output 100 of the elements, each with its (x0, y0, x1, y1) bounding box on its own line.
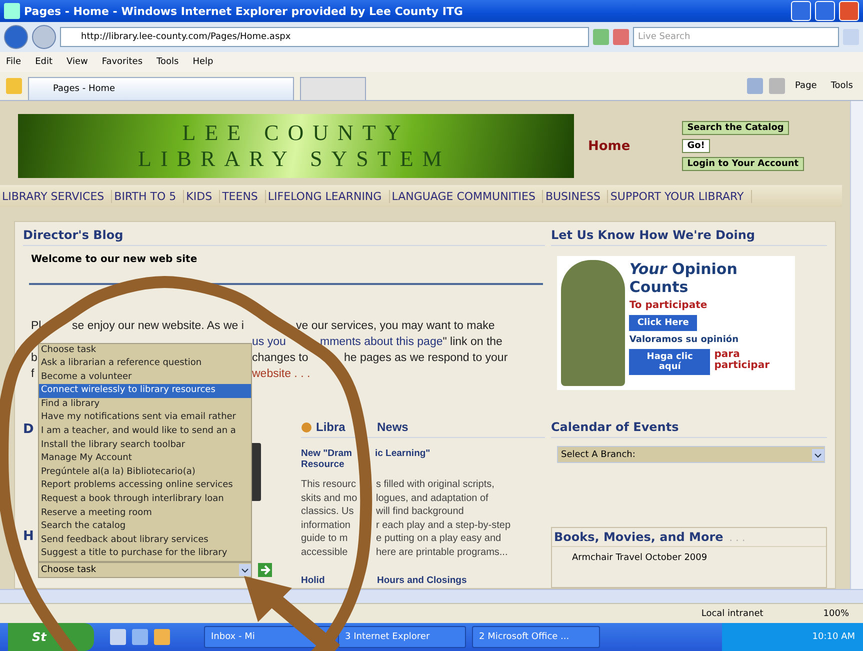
dropdown-option[interactable]: Find a library (39, 398, 251, 412)
dropdown-option[interactable]: Pregúntele al(a la) Bibliotecario(a) (39, 466, 251, 480)
news-text: r each play and a step-by-step (376, 518, 511, 532)
section-heading: Calendar of Events (551, 420, 827, 438)
dropdown-option[interactable]: Request a book through interlibrary loan (39, 493, 251, 507)
news-text: s filled with original scripts, (376, 478, 494, 492)
news-text: e putting on a play easy and (376, 532, 502, 546)
dropdown-option[interactable]: Choose task (39, 344, 251, 358)
new-tab-button[interactable] (300, 77, 366, 100)
taskbar-button[interactable]: 3 Internet Explorer (338, 626, 466, 648)
nav-link[interactable]: LIBRARY SERVICES (0, 190, 112, 202)
section-heading: H (23, 529, 34, 544)
site-button[interactable]: Search the Catalog (682, 121, 789, 135)
paragraph-text: ve our services, you may want to make (296, 319, 495, 334)
section-heading: Let Us Know How We're Doing (551, 228, 827, 246)
ad-text: Valoramos su opinión (629, 335, 738, 345)
nav-link[interactable]: TEENS (220, 190, 266, 202)
section-heading: Books, Movies, and More (554, 530, 724, 544)
browser-tab[interactable]: Pages - Home (28, 77, 294, 100)
menu-item[interactable]: Help (192, 57, 214, 67)
ad-text: To participate (629, 300, 708, 311)
ad-text: para participar (714, 349, 771, 373)
news-link[interactable]: New "Dram (301, 448, 352, 459)
section-heading: Libra (316, 420, 346, 434)
nav-link[interactable]: LIFELONG LEARNING (266, 190, 390, 202)
dropdown-option[interactable]: Send feedback about library services (39, 534, 251, 548)
news-text: classics. Us (301, 505, 354, 518)
dropdown-option[interactable]: Install the library search toolbar (39, 438, 251, 452)
menu-item[interactable]: Favorites (102, 57, 143, 67)
menu-item[interactable]: Edit (35, 57, 52, 67)
site-button[interactable]: Go! (682, 139, 710, 153)
dropdown-option[interactable]: Become a volunteer (39, 370, 251, 384)
section-heading: News (377, 420, 408, 434)
paragraph-text: f (31, 367, 34, 382)
nav-link[interactable]: SUPPORT YOUR LIBRARY (608, 190, 752, 202)
text-link[interactable]: mments about this page (320, 334, 443, 350)
nav-link[interactable]: BUSINESS (543, 190, 608, 202)
dropdown-option[interactable]: Ask a librarian a reference question (39, 357, 251, 371)
nav-link[interactable]: KIDS (184, 190, 220, 202)
go-arrow-button[interactable] (258, 563, 272, 577)
paragraph-text: b (31, 351, 38, 366)
dropdown-option[interactable]: Connect wirelessly to library resources (39, 384, 251, 398)
menu-item[interactable]: File (6, 57, 22, 67)
dropdown-option[interactable]: Manage My Account (39, 452, 251, 466)
nav-link[interactable]: BIRTH TO 5 (112, 190, 184, 202)
caret-icon (812, 448, 824, 460)
news-link[interactable]: ic Learning" (375, 448, 430, 459)
paragraph-text: Pl (31, 319, 42, 334)
click-here-button[interactable]: Click Here (629, 315, 697, 331)
clock: 10:10 AM (812, 632, 855, 642)
logo-text: LEE COUNTY (182, 120, 410, 146)
book-list-item[interactable]: Armchair Travel October 2009 (572, 553, 826, 563)
dropdown-option[interactable]: Suggest a title to purchase for the library (39, 547, 251, 561)
news-text: logues, and adaptation of (376, 492, 488, 505)
site-button[interactable]: Login to Your Account (682, 157, 804, 171)
home-link[interactable]: Home (588, 138, 630, 154)
news-link[interactable]: Hours and Closings (377, 575, 467, 586)
news-text: here are printable programs... (376, 546, 508, 559)
dropdown-option[interactable]: Search the catalog (39, 520, 251, 534)
paragraph-text: changes to (252, 351, 308, 366)
minimize-button[interactable] (791, 1, 811, 21)
command-menu[interactable]: Tools (826, 81, 857, 91)
news-text: information (301, 518, 350, 532)
news-link[interactable]: Holid (301, 575, 325, 586)
paragraph-text: se enjoy our new website. As we i (72, 319, 244, 334)
back-button[interactable] (4, 25, 28, 49)
security-zone: Local intranet (701, 608, 764, 618)
address-field[interactable]: http://library.lee-county.com/Pages/Home.aspx (60, 27, 589, 47)
window-title: Pages - Home - Windows Internet Explorer provided by Lee County ITG (24, 4, 464, 18)
click-here-button[interactable]: Haga clic aquí (629, 349, 710, 375)
nav-link[interactable]: LANGUAGE COMMUNITIES (390, 190, 544, 202)
dropdown-option[interactable]: Reserve a meeting room (39, 506, 251, 520)
dropdown-option[interactable]: I am a teacher, and would like to send an a (39, 425, 251, 439)
caret-icon (239, 564, 251, 576)
command-menu[interactable]: Page (791, 81, 821, 91)
text-link[interactable]: us you (252, 334, 286, 350)
menu-item[interactable]: View (66, 57, 88, 67)
menu-item[interactable]: Tools (156, 57, 179, 67)
dropdown-option[interactable]: Report problems accessing online services (39, 479, 251, 494)
news-text: guide to m (301, 532, 348, 546)
zoom-level: 100% (823, 608, 849, 618)
news-icon (301, 422, 312, 432)
taskbar-button[interactable]: 2 Microsoft Office ... (472, 626, 600, 648)
maximize-button[interactable] (815, 1, 835, 21)
forward-button[interactable] (32, 25, 56, 49)
news-text: accessible (301, 546, 348, 559)
close-button[interactable] (839, 1, 859, 21)
news-link[interactable]: Resource (301, 459, 545, 470)
section-heading: Director's Blog (23, 228, 545, 246)
ad-headline: Your Opinion Counts (629, 260, 738, 296)
paragraph-text: he pages as we respond to your (344, 351, 508, 366)
task-select[interactable]: Choose task (38, 562, 252, 578)
ellipsis-text: . . . (729, 533, 746, 544)
dropdown-option[interactable]: Have my notifications sent via email rather (39, 411, 251, 426)
paragraph-text: " link on the (442, 335, 502, 350)
news-text: This resourc (301, 478, 356, 492)
text-link[interactable]: website . . . (252, 366, 310, 382)
branch-select[interactable]: Select A Branch: (557, 446, 825, 463)
section-heading: D (23, 422, 34, 437)
news-text: skits and mo (301, 492, 358, 505)
